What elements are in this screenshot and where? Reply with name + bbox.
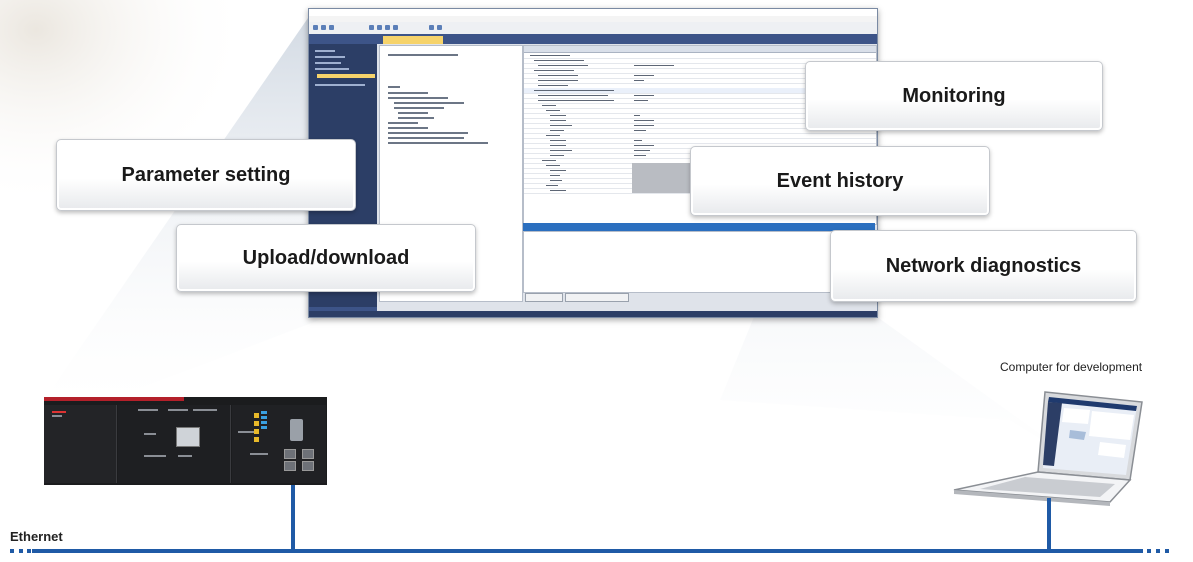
ethernet-label: Ethernet — [10, 529, 63, 544]
ethernet-network — [10, 485, 1169, 553]
